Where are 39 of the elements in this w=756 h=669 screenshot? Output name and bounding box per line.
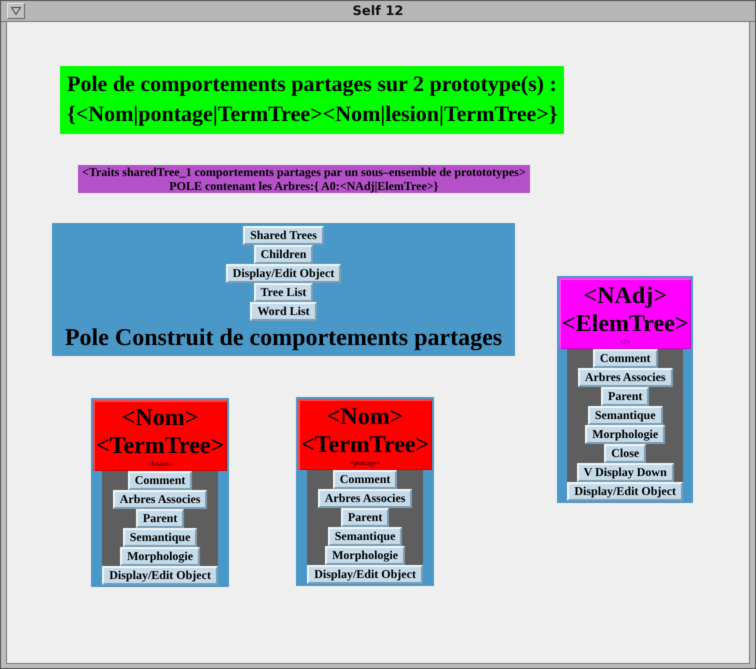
banner-text: {<Nom|pontage|TermTree><Nom|lesion|TermTree>} — [67, 100, 558, 128]
action-button[interactable]: Word List — [250, 302, 317, 321]
action-button[interactable]: Semantique — [328, 527, 402, 546]
category-label: <NAdj> — [582, 282, 668, 310]
action-button[interactable]: Morphologie — [585, 425, 666, 444]
action-button[interactable]: Tree List — [254, 283, 314, 302]
action-button[interactable]: Close — [604, 444, 646, 463]
traits-text: <Traits sharedTree_1 comportements partages par un sous–ensemble de protototypes> — [82, 165, 526, 179]
action-button[interactable]: Arbres Associes — [318, 489, 412, 508]
tree-type-label: <TermTree> — [96, 432, 224, 460]
traits-text: POLE contenant les Arbres:{ A0:<NAdj|ElemTree>} — [168, 179, 440, 193]
category-label: <Nom> — [120, 404, 200, 432]
action-button[interactable]: Comment — [592, 349, 658, 368]
action-button[interactable]: Comment — [128, 471, 192, 490]
action-button[interactable]: Parent — [136, 509, 184, 528]
action-button[interactable]: Arbres Associes — [112, 490, 208, 509]
action-button[interactable]: Display/Edit Object — [102, 566, 218, 585]
action-button[interactable]: Parent — [600, 387, 650, 406]
down-triangle-icon — [11, 7, 21, 15]
action-button[interactable]: Display/Edit Object — [226, 264, 342, 283]
action-button[interactable]: Display/Edit Object — [307, 565, 423, 584]
window-title: Self 12 — [352, 4, 404, 18]
tree-type-label: <ElemTree> — [562, 310, 688, 338]
action-button[interactable]: V Display Down — [576, 463, 674, 482]
window-menu-button[interactable] — [7, 3, 25, 19]
action-button[interactable]: Parent — [340, 508, 390, 527]
banner-text: Pole de comportements partages sur 2 prototype(s) : — [67, 70, 558, 98]
action-button[interactable]: Semantique — [122, 528, 198, 547]
action-button[interactable]: Comment — [332, 470, 398, 489]
category-label: <Nom> — [326, 403, 404, 431]
tree-type-label: <TermTree> — [301, 431, 430, 459]
action-button[interactable]: Semantique — [588, 406, 663, 425]
action-button[interactable]: Morphologie — [325, 546, 406, 565]
pole-title: Pole Construit de comportements partages — [64, 324, 502, 353]
action-button[interactable]: Arbres Associes — [578, 368, 673, 387]
action-button[interactable]: Morphologie — [120, 547, 200, 566]
action-button[interactable]: Shared Trees — [243, 226, 324, 245]
action-button[interactable]: Display/Edit Object — [567, 482, 684, 501]
action-button[interactable]: Children — [254, 245, 314, 264]
